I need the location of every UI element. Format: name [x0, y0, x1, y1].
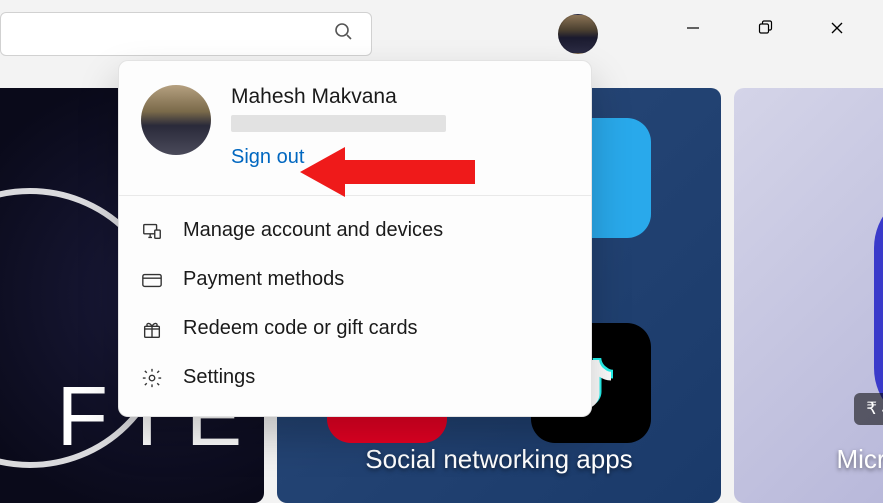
price-badge: ₹ 4,899.00	[854, 393, 883, 425]
card-icon	[141, 269, 163, 291]
account-menu: Mahesh Makvana Sign out Manage account a…	[118, 60, 592, 417]
maximize-button[interactable]	[747, 10, 783, 46]
promo-title: Microso	[734, 444, 883, 475]
menu-item-label: Redeem code or gift cards	[183, 317, 418, 340]
sign-out-link[interactable]: Sign out	[231, 146, 304, 168]
menu-item-payment[interactable]: Payment methods	[119, 255, 591, 304]
minimize-button[interactable]	[675, 10, 711, 46]
search-input[interactable]	[0, 12, 372, 56]
menu-item-label: Settings	[183, 366, 255, 389]
gift-icon	[141, 318, 163, 340]
devices-icon	[141, 220, 163, 242]
promo-title: Social networking apps	[277, 444, 721, 475]
close-button[interactable]	[819, 10, 855, 46]
menu-item-redeem[interactable]: Redeem code or gift cards	[119, 304, 591, 353]
user-email-redacted	[231, 115, 446, 132]
menu-item-label: Payment methods	[183, 268, 344, 291]
user-avatar-button[interactable]	[558, 14, 598, 54]
menu-item-label: Manage account and devices	[183, 219, 443, 242]
menu-item-manage-account[interactable]: Manage account and devices	[119, 206, 591, 255]
menu-item-settings[interactable]: Settings	[119, 353, 591, 402]
promo-card-microsoft[interactable]: ₹ 4,899.00 Microso	[734, 88, 883, 503]
product-art	[874, 188, 883, 428]
account-menu-list: Manage account and devices Payment metho…	[119, 196, 591, 416]
account-header: Mahesh Makvana Sign out	[119, 61, 591, 195]
user-display-name: Mahesh Makvana	[231, 85, 446, 109]
gear-icon	[141, 367, 163, 389]
user-avatar	[141, 85, 211, 155]
search-icon	[334, 22, 353, 46]
